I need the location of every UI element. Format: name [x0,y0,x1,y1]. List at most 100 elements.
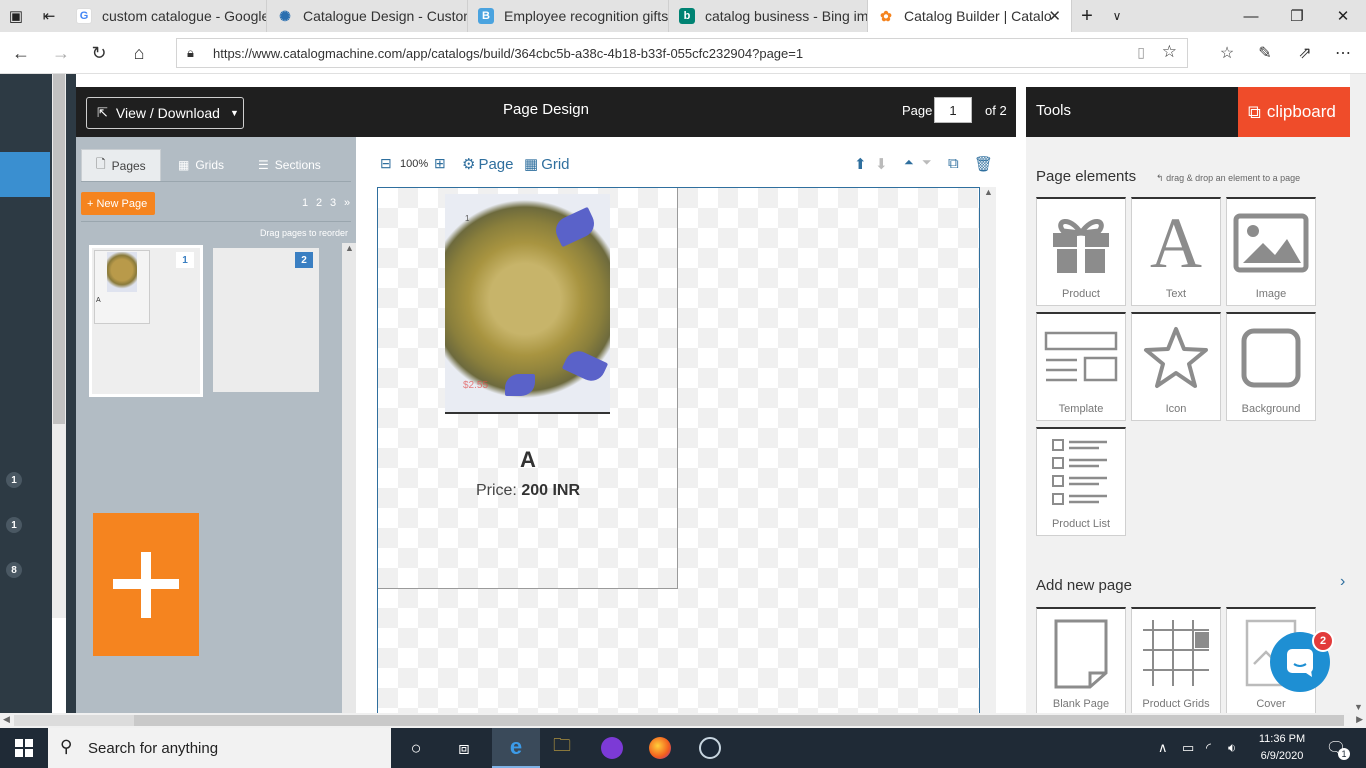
tab-bing[interactable]: b catalog business - Bing ima [669,0,868,32]
tab-actions-icon[interactable]: ▣ [0,0,32,32]
thumbnails-scrollbar[interactable]: ▲ [342,243,356,713]
favorite-star-icon[interactable]: ☆ [1162,42,1177,62]
set-aside-tabs-icon[interactable]: ⇤ [32,0,66,32]
move-up-icon[interactable]: ⬆ [854,155,867,173]
task-view-icon[interactable]: ⧈ [444,734,484,762]
edge-icon[interactable]: e [492,728,540,768]
grid-button[interactable]: ▦ Grid [524,155,570,174]
page-number-input[interactable] [934,97,972,123]
bring-to-front-icon[interactable]: ⏶ [904,155,914,170]
tab-pages[interactable]: 🗋︎ Pages [81,149,161,181]
tab-grids[interactable]: ▦ Grids [178,149,224,181]
page-thumbnail-2[interactable]: 2 [213,248,319,392]
gift-icon [1037,207,1125,279]
share-icon[interactable]: ⇗ [1290,38,1320,68]
tab-employee-recognition[interactable]: B Employee recognition gifts [468,0,669,32]
trash-icon[interactable]: 🗑︎ [974,155,993,173]
cortana-icon[interactable]: ○ [396,734,436,762]
element-template[interactable]: Template [1036,312,1126,421]
tab-google[interactable]: G custom catalogue - Google [66,0,267,32]
zoom-in-icon[interactable]: ⊞ [434,155,446,172]
minimize-icon[interactable]: — [1228,0,1274,32]
notifications-icon[interactable]: 🗨︎ 1 [1318,734,1354,762]
page-link[interactable]: 1 [302,197,308,209]
rail-selected-item[interactable] [0,152,50,197]
gear-icon: ✺ [279,7,291,24]
copy-icon[interactable]: ⧉ [948,155,959,172]
canvas-scrollbar[interactable]: ▲ [980,187,996,713]
chevron-right-icon[interactable]: › [1340,573,1345,591]
reading-view-icon[interactable]: ▯ [1137,44,1145,61]
element-text[interactable]: A Text [1131,197,1221,306]
scroll-right-icon[interactable]: ▶ [1356,714,1363,725]
address-bar-row: ← → ↻ ⌂ 🔒︎ https://www.catalogmachine.co… [0,32,1366,74]
close-window-icon[interactable]: ✕ [1320,0,1366,32]
page-link[interactable]: 3 [330,197,336,209]
page-thumbnails: A 1 2 [81,243,341,713]
steam-icon[interactable] [690,734,730,762]
page-thumbnail-1[interactable]: A 1 [89,245,203,397]
scroll-down-icon[interactable]: ▼ [1354,702,1363,712]
element-product[interactable]: Product [1036,197,1126,306]
scroll-thumb[interactable] [134,715,1344,726]
zoom-out-icon[interactable]: ⊟ [380,155,392,172]
scroll-up-icon[interactable]: ▲ [984,187,993,197]
media-app-icon[interactable] [592,734,632,762]
element-product-list[interactable]: Product List [1036,427,1126,536]
page-scrollbar[interactable]: ▼ [1350,74,1366,713]
refresh-icon[interactable]: ↻ [84,38,114,68]
product-grids-icon [1132,617,1220,689]
volume-icon[interactable]: 🔉︎ [1228,740,1236,756]
catalog-page: $2.55 1 A Price: 200 INR [378,188,678,589]
element-background[interactable]: Background [1226,312,1316,421]
move-down-icon[interactable]: ⬇ [875,155,888,173]
pen-icon[interactable]: ✎ [1250,38,1280,68]
element-label: Product List [1051,518,1111,530]
clock[interactable]: 11:36 PM 6/9/2020 [1252,731,1312,765]
add-page-button[interactable] [93,513,199,656]
tab-title: custom catalogue - Google [102,8,267,24]
add-product-grids[interactable]: Product Grids [1131,607,1221,716]
scroll-up-icon[interactable]: ▲ [345,243,354,253]
send-to-back-icon[interactable]: ⏷ [922,155,932,170]
url-field[interactable]: 🔒︎ https://www.catalogmachine.com/app/ca… [176,38,1188,68]
rail-scrollbar[interactable] [52,74,66,618]
product-price[interactable]: Price: 200 INR [378,482,678,500]
add-blank-page[interactable]: Blank Page [1036,607,1126,716]
page-link[interactable]: 2 [316,197,322,209]
b-icon: B [478,8,494,24]
new-page-button[interactable]: + New Page [81,192,155,215]
scroll-left-icon[interactable]: ◀ [3,714,10,725]
element-icon[interactable]: Icon [1131,312,1221,421]
restore-icon[interactable]: ❐ [1274,0,1320,32]
home-icon[interactable]: ⌂ [124,38,154,68]
tab-catalogue-design[interactable]: ✺ Catalogue Design - Custom [267,0,468,32]
taskbar-search[interactable]: ⚲ Search for anything [48,728,391,768]
grid-icon: ▦ [178,158,190,172]
file-explorer-icon[interactable]: 🗀︎ [542,734,582,762]
next-pages-link[interactable]: » [344,197,350,209]
firefox-icon[interactable] [640,734,680,762]
horizontal-scrollbar[interactable]: ◀ ▶ [0,713,1366,728]
close-tab-icon[interactable]: ✕ [1048,7,1061,25]
new-tab-icon[interactable]: + [1072,0,1102,32]
wifi-icon[interactable]: ◜ [1206,740,1211,756]
windows-start-icon[interactable] [4,734,44,762]
battery-icon[interactable]: ▭ [1182,740,1194,756]
chevron-up-icon[interactable]: ∧ [1158,740,1168,756]
tab-title: catalog business - Bing ima [705,8,868,24]
app-side-rail: 1 1 8 [0,74,52,713]
tab-catalog-builder[interactable]: ✿ Catalog Builder | Catalo ✕ [868,0,1072,32]
forward-icon[interactable]: → [46,38,76,68]
page-settings-button[interactable]: ⚙ Page [462,155,514,174]
chevron-down-icon[interactable]: ∨ [1102,0,1132,32]
more-icon[interactable]: ⋯ [1328,38,1358,68]
clipboard-button[interactable]: ⧉ clipboard [1238,87,1350,137]
element-image[interactable]: Image [1226,197,1316,306]
favorites-icon[interactable]: ☆ [1212,38,1242,68]
back-icon[interactable]: ← [6,38,36,68]
tab-sections[interactable]: ☰ Sections [258,149,321,181]
product-image[interactable]: $2.55 1 [445,194,610,414]
product-title[interactable]: A [378,447,678,473]
design-canvas[interactable]: $2.55 1 A Price: 200 INR [377,187,980,713]
